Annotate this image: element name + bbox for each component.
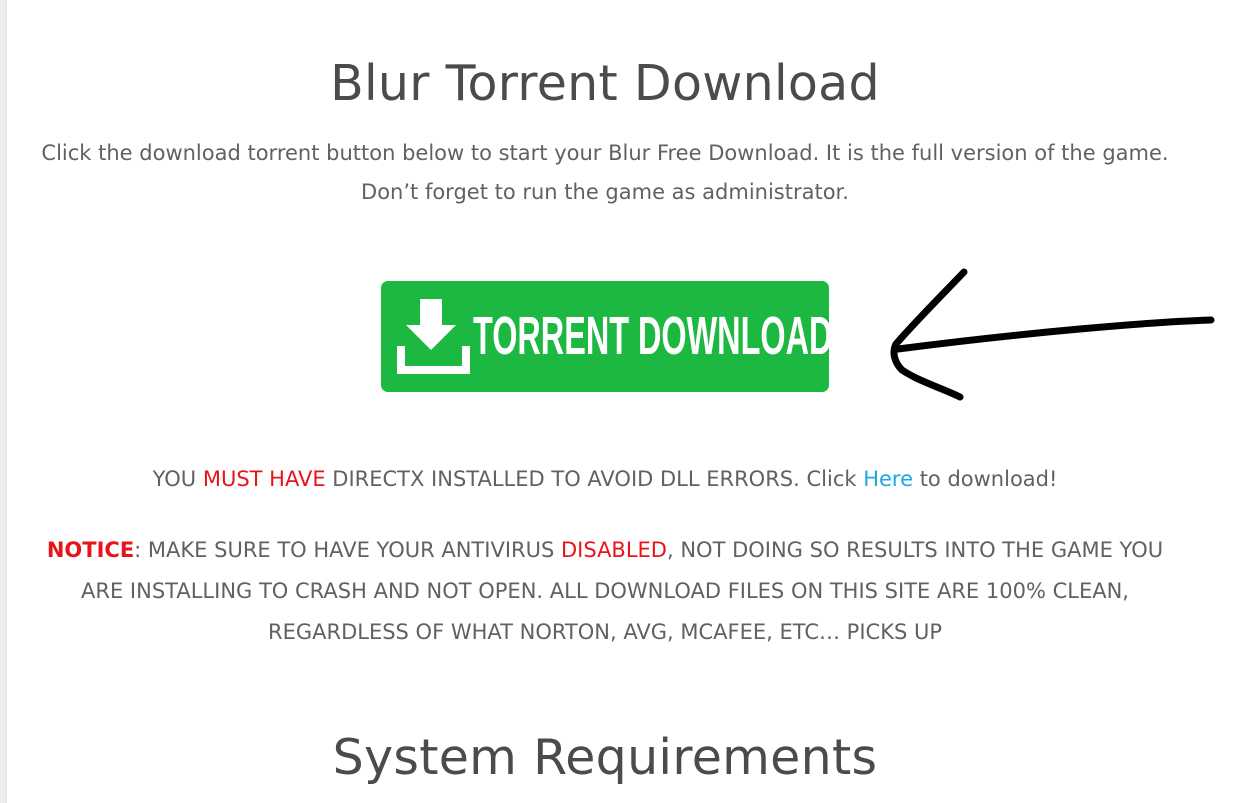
intro-line-2: Don’t forget to run the game as administ…	[361, 180, 849, 204]
intro-text: Click the download torrent button below …	[0, 134, 1210, 212]
hand-drawn-arrow-icon	[890, 268, 1215, 401]
system-requirements-heading: System Requirements	[332, 729, 878, 786]
directx-prefix: YOU	[152, 467, 203, 491]
directx-middle: DIRECTX INSTALLED TO AVOID DLL ERRORS. C…	[325, 467, 864, 491]
left-page-edge	[0, 0, 7, 803]
intro-line-1: Click the download torrent button below …	[41, 141, 1169, 165]
torrent-download-button[interactable]: TORRENT DOWNLOAD	[381, 281, 833, 392]
directx-here-link[interactable]: Here	[863, 467, 913, 491]
must-have-emphasis: MUST HAVE	[202, 467, 326, 491]
directx-notice: YOU MUST HAVE DIRECTX INSTALLED TO AVOID…	[0, 462, 1210, 496]
antivirus-notice: NOTICE: MAKE SURE TO HAVE YOUR ANTIVIRUS…	[40, 530, 1170, 653]
notice-part-1: : MAKE SURE TO HAVE YOUR ANTIVIRUS	[134, 538, 561, 562]
download-icon	[397, 299, 470, 374]
notice-label: NOTICE	[46, 538, 135, 562]
disabled-emphasis: DISABLED	[560, 538, 667, 562]
page-title: Blur Torrent Download	[330, 55, 880, 112]
torrent-download-label: TORRENT DOWNLOAD	[473, 306, 833, 366]
directx-suffix: to download!	[913, 467, 1058, 491]
